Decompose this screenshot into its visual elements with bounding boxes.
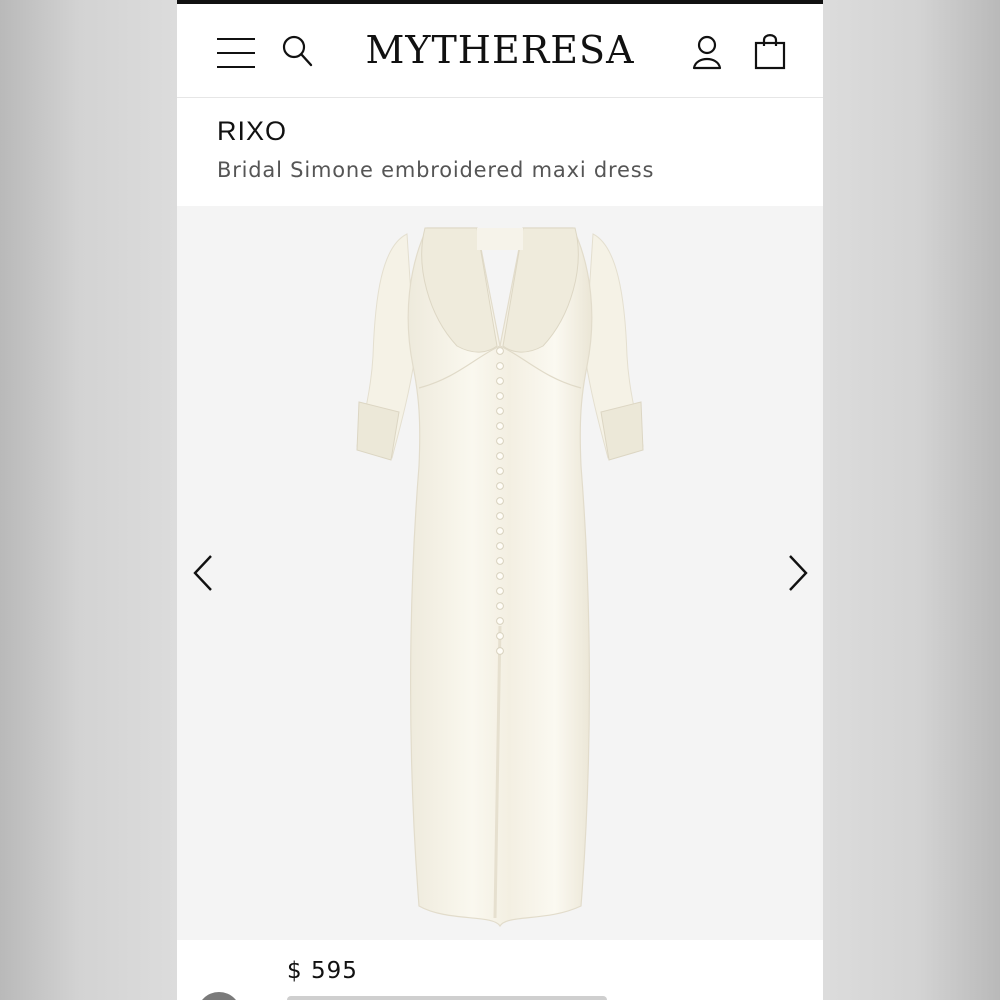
- truncated-text: [287, 996, 607, 1000]
- product-info: $ 595: [177, 940, 823, 1000]
- product-price: $ 595: [287, 958, 358, 984]
- product-name: Bridal Simone embroidered maxi dress: [217, 158, 655, 182]
- user-account-icon[interactable]: [691, 34, 723, 70]
- chevron-right-icon[interactable]: [784, 554, 810, 592]
- product-heading: RIXO Bridal Simone embroidered maxi dres…: [177, 98, 823, 206]
- ivory-maxi-dress-image: [356, 227, 644, 928]
- shopping-bag-icon[interactable]: [753, 32, 787, 70]
- phone-screen: MYTHERESA RIXO Bridal Simone embroidered…: [177, 0, 823, 1000]
- product-image-gallery[interactable]: [177, 206, 823, 940]
- floating-action-button[interactable]: [197, 992, 241, 1000]
- site-logo[interactable]: MYTHERESA: [177, 28, 823, 72]
- chevron-left-icon[interactable]: [191, 554, 217, 592]
- site-header: MYTHERESA: [177, 4, 823, 98]
- brand-name[interactable]: RIXO: [217, 116, 287, 147]
